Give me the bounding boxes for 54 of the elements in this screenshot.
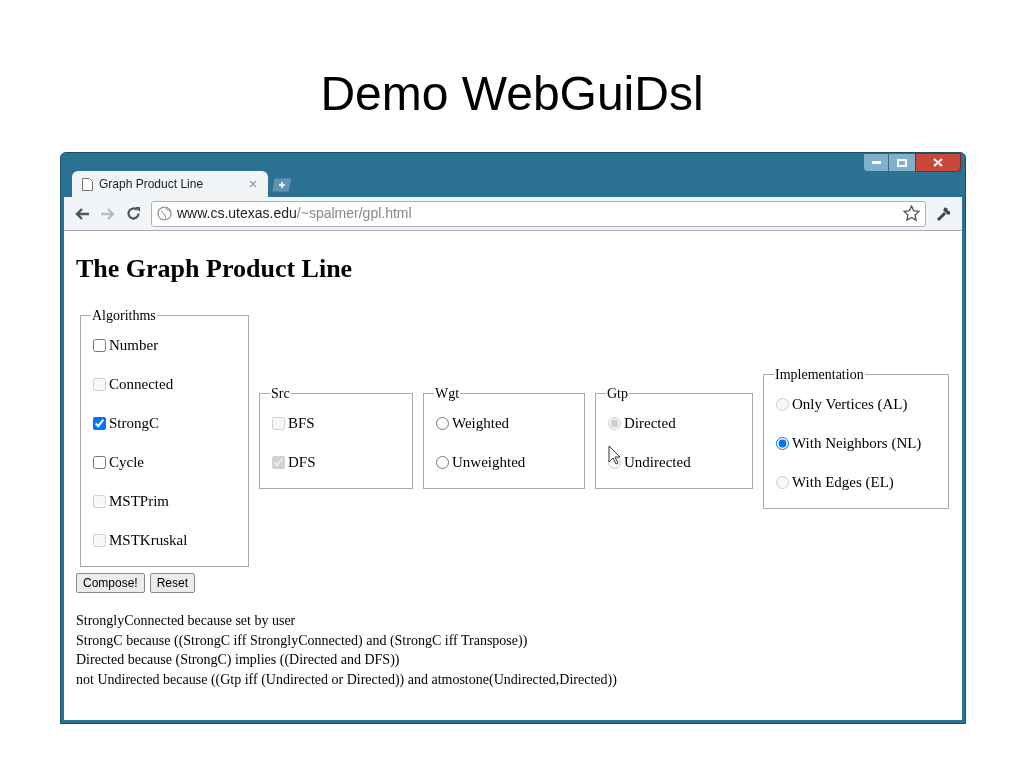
option-label: BFS <box>288 414 315 434</box>
close-tab-icon[interactable] <box>248 179 258 189</box>
group-legend: Algorithms <box>91 305 157 326</box>
close-button[interactable] <box>915 153 961 172</box>
close-icon <box>933 158 943 167</box>
address-bar[interactable]: www.cs.utexas.edu/~spalmer/gpl.html <box>151 200 926 227</box>
slide-title: Demo WebGuiDsl <box>320 66 704 122</box>
option-label: MSTPrim <box>109 492 169 512</box>
checkbox[interactable] <box>93 417 106 430</box>
group-legend: Wgt <box>434 383 461 404</box>
radio-button[interactable] <box>436 417 449 430</box>
form-button[interactable]: Compose! <box>76 573 145 593</box>
reload-icon[interactable] <box>126 206 141 221</box>
maximize-button[interactable] <box>889 153 915 172</box>
option-label: StrongC <box>109 414 159 434</box>
page-icon <box>82 177 93 191</box>
option-label: Directed <box>624 414 676 434</box>
wrench-icon[interactable] <box>936 205 952 222</box>
url-path: /~spalmer/gpl.html <box>296 205 412 221</box>
new-tab-icon[interactable] <box>271 177 295 193</box>
browser-tab[interactable]: Graph Product Line <box>72 171 268 197</box>
checkbox[interactable] <box>93 456 106 469</box>
option-label: Number <box>109 336 159 356</box>
option-label: With Edges (EL) <box>792 473 894 493</box>
group-legend: Gtp <box>606 383 629 404</box>
globe-icon <box>157 206 172 221</box>
url-host: www.cs.utexas.edu <box>177 205 297 221</box>
form-button[interactable]: Reset <box>149 573 196 593</box>
group-legend: Implementation <box>774 364 865 385</box>
checkbox[interactable] <box>93 339 106 352</box>
tab-title: Graph Product Line <box>99 176 205 193</box>
option-label: Undirected <box>624 453 691 473</box>
mouse-pointer-icon <box>608 445 622 465</box>
explanation-line: not Undirected because ((Gtp iff (Undirected or Directed)) and atmostone(Undirected,Directed)) <box>76 670 618 689</box>
minimize-button[interactable] <box>863 153 889 172</box>
page-heading: The Graph Product Line <box>76 253 354 285</box>
group-legend: Src <box>270 383 291 404</box>
option-label: Unweighted <box>452 453 526 473</box>
radio-button[interactable] <box>776 437 789 450</box>
option-label: DFS <box>288 453 316 473</box>
option-label: Only Vertices (AL) <box>792 395 908 415</box>
maximize-icon <box>897 158 907 167</box>
star-icon[interactable] <box>903 205 920 222</box>
minimize-icon <box>871 161 881 164</box>
option-label: Weighted <box>452 414 510 434</box>
option-label: Cycle <box>109 453 144 473</box>
back-icon[interactable] <box>74 206 90 221</box>
option-label: MSTKruskal <box>109 531 188 551</box>
option-label: With Neighbors (NL) <box>792 434 922 454</box>
explanation-line: StrongC because ((StrongC iff StronglyConnected) and (StrongC iff Transpose)) <box>76 631 529 650</box>
radio-button[interactable] <box>436 456 449 469</box>
explanation-line: StronglyConnected because set by user <box>76 612 297 630</box>
explanation-line: Directed because (StrongC) implies ((Directed and DFS)) <box>76 651 401 669</box>
option-label: Connected <box>109 375 174 395</box>
